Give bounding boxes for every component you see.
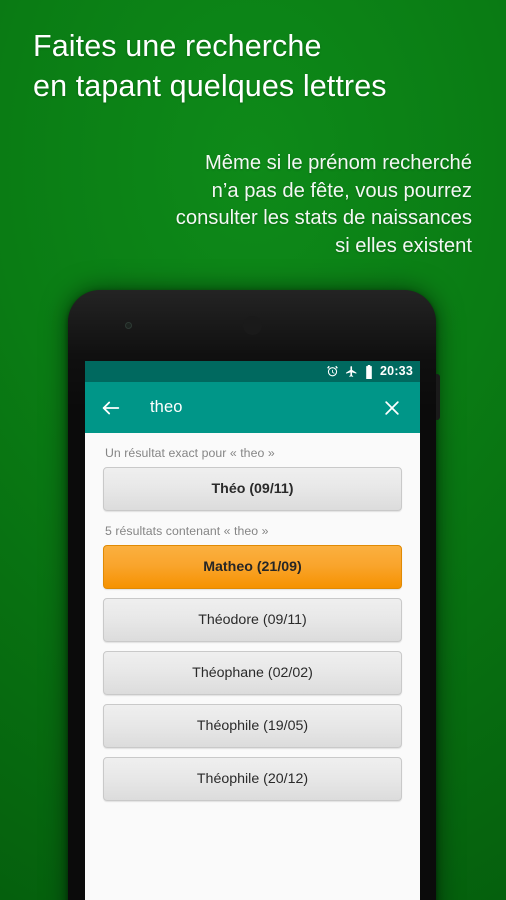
search-input[interactable]: theo xyxy=(126,398,377,417)
search-toolbar: theo xyxy=(85,382,420,433)
power-button[interactable] xyxy=(436,374,440,420)
contains-results-label: 5 résultats contenant « theo » xyxy=(105,524,269,538)
result-item[interactable]: Théophile (20/12) xyxy=(103,757,402,801)
status-bar-clock: 20:33 xyxy=(380,364,413,379)
airplane-mode-icon xyxy=(345,365,358,378)
result-item[interactable]: Théophile (19/05) xyxy=(103,704,402,748)
promo-headline: Faites une recherche en tapant quelques … xyxy=(33,29,387,103)
back-arrow-icon[interactable] xyxy=(96,393,126,423)
phone-device-frame: 20:33 theo Un résultat exact pour « theo… xyxy=(68,290,440,900)
search-results: Un résultat exact pour « theo » Théo (09… xyxy=(85,446,420,801)
battery-icon xyxy=(364,364,374,379)
result-item[interactable]: Matheo (21/09) xyxy=(103,545,402,589)
alarm-clock-icon xyxy=(326,365,339,378)
status-bar: 20:33 xyxy=(85,361,420,382)
promo-screenshot: Faites une recherche en tapant quelques … xyxy=(0,0,506,900)
contains-results-list: Matheo (21/09) Théodore (09/11) Théophan… xyxy=(103,545,402,801)
exact-results-list: Théo (09/11) xyxy=(103,467,402,511)
phone-screen: 20:33 theo Un résultat exact pour « theo… xyxy=(85,361,420,900)
result-item[interactable]: Théo (09/11) xyxy=(103,467,402,511)
close-icon[interactable] xyxy=(377,393,407,423)
promo-subcopy: Même si le prénom recherché n’a pas de f… xyxy=(175,152,472,257)
result-item[interactable]: Théophane (02/02) xyxy=(103,651,402,695)
exact-results-label: Un résultat exact pour « theo » xyxy=(105,446,275,460)
front-camera-icon xyxy=(125,322,132,329)
earpiece-speaker-icon xyxy=(242,316,262,335)
result-item[interactable]: Théodore (09/11) xyxy=(103,598,402,642)
